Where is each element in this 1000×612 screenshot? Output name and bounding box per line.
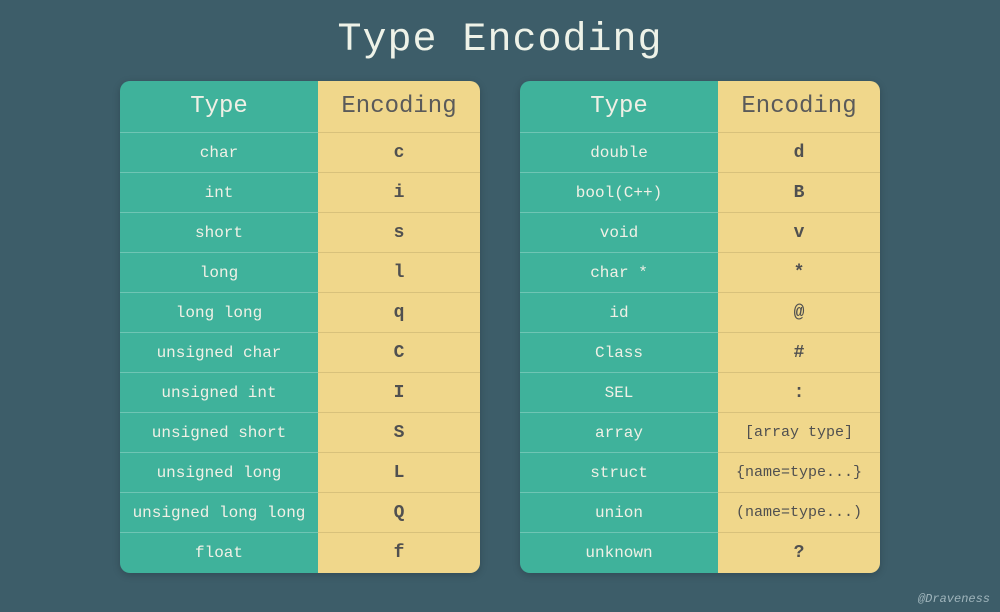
type-cell: unknown <box>520 533 718 573</box>
encoding-cell: # <box>718 333 880 373</box>
type-cell: char <box>120 133 318 173</box>
table-row: unsigned long longQ <box>120 493 480 533</box>
type-cell: unsigned long long <box>120 493 318 533</box>
encoding-cell: q <box>318 293 480 333</box>
type-cell: unsigned short <box>120 413 318 453</box>
type-cell: void <box>520 213 718 253</box>
table-row: shorts <box>120 213 480 253</box>
table-row: id@ <box>520 293 880 333</box>
type-cell: float <box>120 533 318 573</box>
header-encoding: Encoding <box>718 81 880 133</box>
encoding-cell: B <box>718 173 880 213</box>
encoding-cell: L <box>318 453 480 493</box>
header-type: Type <box>120 81 318 133</box>
header-type: Type <box>520 81 718 133</box>
table-row: unsigned shortS <box>120 413 480 453</box>
table-row: char ** <box>520 253 880 293</box>
encoding-cell: s <box>318 213 480 253</box>
table-row: longl <box>120 253 480 293</box>
header-encoding: Encoding <box>318 81 480 133</box>
encoding-cell: C <box>318 333 480 373</box>
table-row: long longq <box>120 293 480 333</box>
encoding-cell: f <box>318 533 480 573</box>
type-cell: SEL <box>520 373 718 413</box>
encoding-cell: i <box>318 173 480 213</box>
table-row: floatf <box>120 533 480 573</box>
table-left: Type Encoding charcintishortslongllong l… <box>120 81 480 573</box>
table-row: unknown? <box>520 533 880 573</box>
table-right: Type Encoding doubledbool(C++)Bvoidvchar… <box>520 81 880 573</box>
table-row: array[array type] <box>520 413 880 453</box>
type-cell: Class <box>520 333 718 373</box>
table-header-row: Type Encoding <box>520 81 880 133</box>
encoding-cell: S <box>318 413 480 453</box>
page-title: Type Encoding <box>0 0 1000 81</box>
type-cell: unsigned long <box>120 453 318 493</box>
encoding-cell: v <box>718 213 880 253</box>
table-row: voidv <box>520 213 880 253</box>
table-header-row: Type Encoding <box>120 81 480 133</box>
table-row: inti <box>120 173 480 213</box>
table-row: charc <box>120 133 480 173</box>
type-cell: long <box>120 253 318 293</box>
table-row: SEL: <box>520 373 880 413</box>
table-row: unsigned intI <box>120 373 480 413</box>
table-row: unsigned charC <box>120 333 480 373</box>
type-cell: struct <box>520 453 718 493</box>
encoding-cell: Q <box>318 493 480 533</box>
type-cell: id <box>520 293 718 333</box>
type-cell: unsigned char <box>120 333 318 373</box>
type-cell: long long <box>120 293 318 333</box>
type-cell: short <box>120 213 318 253</box>
table-row: bool(C++)B <box>520 173 880 213</box>
encoding-cell: l <box>318 253 480 293</box>
type-cell: union <box>520 493 718 533</box>
type-cell: char * <box>520 253 718 293</box>
encoding-cell: : <box>718 373 880 413</box>
encoding-cell: @ <box>718 293 880 333</box>
type-cell: int <box>120 173 318 213</box>
type-cell: array <box>520 413 718 453</box>
encoding-cell: * <box>718 253 880 293</box>
table-row: union(name=type...) <box>520 493 880 533</box>
encoding-cell: (name=type...) <box>718 493 880 533</box>
credit-text: @Draveness <box>918 592 990 606</box>
type-cell: unsigned int <box>120 373 318 413</box>
encoding-cell: c <box>318 133 480 173</box>
type-cell: bool(C++) <box>520 173 718 213</box>
table-row: struct{name=type...} <box>520 453 880 493</box>
encoding-cell: {name=type...} <box>718 453 880 493</box>
table-row: doubled <box>520 133 880 173</box>
type-cell: double <box>520 133 718 173</box>
encoding-cell: d <box>718 133 880 173</box>
tables-container: Type Encoding charcintishortslongllong l… <box>0 81 1000 573</box>
encoding-cell: [array type] <box>718 413 880 453</box>
table-row: unsigned longL <box>120 453 480 493</box>
encoding-cell: I <box>318 373 480 413</box>
encoding-cell: ? <box>718 533 880 573</box>
table-row: Class# <box>520 333 880 373</box>
